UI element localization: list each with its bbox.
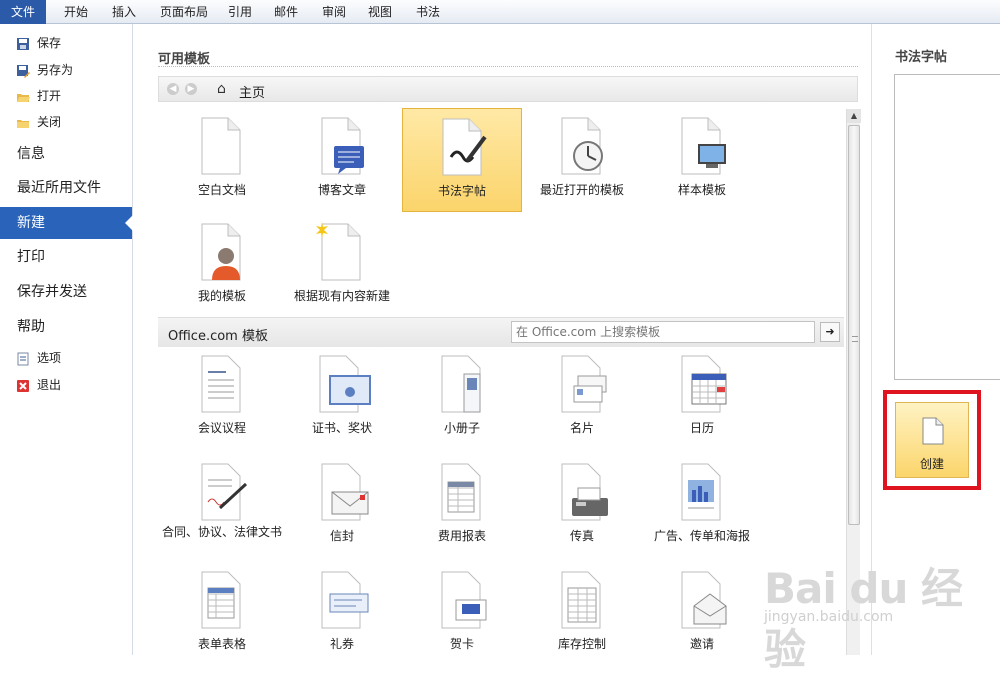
calendar-icon [681, 355, 727, 413]
template-new-from-existing[interactable]: 根据现有内容新建 [282, 214, 402, 318]
save-icon [16, 36, 30, 50]
template-calligraphy[interactable]: 书法字帖 [402, 108, 522, 212]
office-tile-agenda[interactable]: 会议议程 [162, 346, 282, 450]
office-tile-envelope[interactable]: 信封 [282, 454, 402, 558]
nav-exit[interactable]: 退出 [16, 374, 61, 396]
fax-icon [561, 463, 608, 521]
nav-info[interactable]: 信息 [0, 138, 132, 170]
office-tile-calendar[interactable]: 日历 [642, 346, 762, 450]
greeting-card-icon [441, 571, 487, 629]
template-blank-document[interactable]: 空白文档 [162, 108, 282, 212]
tab-calligraphy[interactable]: 书法 [410, 0, 446, 24]
flyer-icon [681, 463, 721, 521]
watermark-sub: jingyan.baidu.com [764, 609, 894, 625]
office-tile-fax[interactable]: 传真 [522, 454, 642, 558]
create-button[interactable]: 创建 [895, 402, 969, 478]
available-templates-title: 可用模板 [158, 52, 211, 67]
nav-help[interactable]: 帮助 [0, 311, 132, 343]
preview-title: 书法字帖 [895, 50, 948, 65]
office-tile-flyer[interactable]: 广告、传单和海报 [642, 454, 762, 558]
nav-save-send[interactable]: 保存并发送 [0, 276, 132, 308]
scroll-thumb[interactable] [848, 125, 860, 525]
office-tile-brochure[interactable]: 小册子 [402, 346, 522, 450]
save-as-icon [16, 63, 30, 78]
tab-page-layout[interactable]: 页面布局 [152, 0, 216, 24]
tab-file[interactable]: 文件 [0, 0, 46, 24]
recent-templates-icon [561, 117, 603, 175]
nav-options[interactable]: 选项 [16, 347, 61, 369]
nav-save-as[interactable]: 另存为 [16, 59, 73, 81]
office-tile-invitation[interactable]: 邀请 [642, 562, 762, 666]
backstage-nav: 保存 另存为 打开 关闭 信息 最近所用文件 新建 打印 保存并发送 帮助 选项… [0, 24, 133, 655]
gift-certificate-icon [321, 571, 369, 629]
contract-icon [201, 463, 248, 521]
office-tile-form[interactable]: 表单表格 [162, 562, 282, 666]
tab-view[interactable]: 视图 [362, 0, 398, 24]
tab-references[interactable]: 引用 [222, 0, 258, 24]
expense-report-icon [441, 463, 481, 521]
highlight-box: 创建 [883, 390, 981, 490]
breadcrumb-home[interactable]: 主页 [239, 82, 265, 101]
template-recent[interactable]: 最近打开的模板 [522, 108, 642, 212]
certificate-icon [319, 355, 371, 413]
agenda-icon [201, 355, 241, 413]
blog-post-icon [321, 117, 364, 175]
tab-review[interactable]: 审阅 [316, 0, 352, 24]
office-tile-expense-report[interactable]: 费用报表 [402, 454, 522, 558]
blank-document-icon [201, 117, 241, 175]
office-search-input[interactable] [511, 321, 815, 343]
envelope-icon [321, 463, 369, 521]
scroll-grip-icon [852, 336, 858, 342]
office-tile-business-card[interactable]: 名片 [522, 346, 642, 450]
nav-print[interactable]: 打印 [0, 241, 132, 273]
template-my-templates[interactable]: 我的模板 [162, 214, 282, 318]
preview-thumbnail [894, 74, 1000, 380]
form-icon [201, 571, 241, 629]
office-templates-header: Office.com 模板 ➜ [158, 317, 844, 347]
inventory-icon [561, 571, 601, 629]
office-tile-certificate[interactable]: 证书、奖状 [282, 346, 402, 450]
business-card-icon [561, 355, 607, 413]
office-templates-title: Office.com 模板 [168, 329, 268, 344]
nav-recent[interactable]: 最近所用文件 [0, 172, 132, 204]
nav-save[interactable]: 保存 [16, 32, 61, 54]
sample-templates-icon [681, 117, 726, 175]
tab-mailings[interactable]: 邮件 [268, 0, 304, 24]
search-go-icon[interactable]: ➜ [820, 322, 840, 342]
divider [158, 66, 858, 67]
nav-open[interactable]: 打开 [16, 85, 61, 107]
my-templates-icon [201, 223, 241, 281]
nav-new[interactable]: 新建 [0, 207, 133, 239]
back-arrow-icon[interactable]: ◀ [167, 83, 179, 95]
scroll-up-icon[interactable]: ▲ [847, 109, 861, 123]
baidu-watermark: Bai du 经验 jingyan.baidu.com [764, 555, 994, 674]
new-document-icon [922, 417, 944, 445]
brochure-icon [441, 355, 481, 413]
calligraphy-icon [442, 118, 487, 176]
new-from-existing-icon [316, 222, 361, 281]
template-samples[interactable]: 样本模板 [642, 108, 762, 212]
ribbon-tabs: 文件 开始 插入 页面布局 引用 邮件 审阅 视图 书法 [0, 0, 1000, 24]
home-icon[interactable]: ⌂ [217, 81, 226, 97]
template-breadcrumb: ◀ ▶ ⌂ 主页 [158, 76, 858, 102]
invitation-icon [681, 571, 727, 629]
office-tile-gift-certificate[interactable]: 礼券 [282, 562, 402, 666]
options-icon [16, 351, 30, 366]
tab-home[interactable]: 开始 [56, 0, 96, 24]
office-tile-inventory[interactable]: 库存控制 [522, 562, 642, 666]
office-tile-greeting-card[interactable]: 贺卡 [402, 562, 522, 666]
open-folder-icon [16, 89, 30, 103]
exit-icon [16, 378, 30, 392]
templates-panel: 可用模板 ◀ ▶ ⌂ 主页 空白文档 博客文章 书法字帖 最近打开的模板 样本模… [134, 24, 870, 655]
close-folder-icon [16, 115, 30, 129]
office-tile-contract[interactable]: 合同、协议、法律文书 [162, 454, 282, 558]
tab-insert[interactable]: 插入 [104, 0, 144, 24]
template-blog-post[interactable]: 博客文章 [282, 108, 402, 212]
nav-close[interactable]: 关闭 [16, 111, 61, 133]
forward-arrow-icon[interactable]: ▶ [185, 83, 197, 95]
